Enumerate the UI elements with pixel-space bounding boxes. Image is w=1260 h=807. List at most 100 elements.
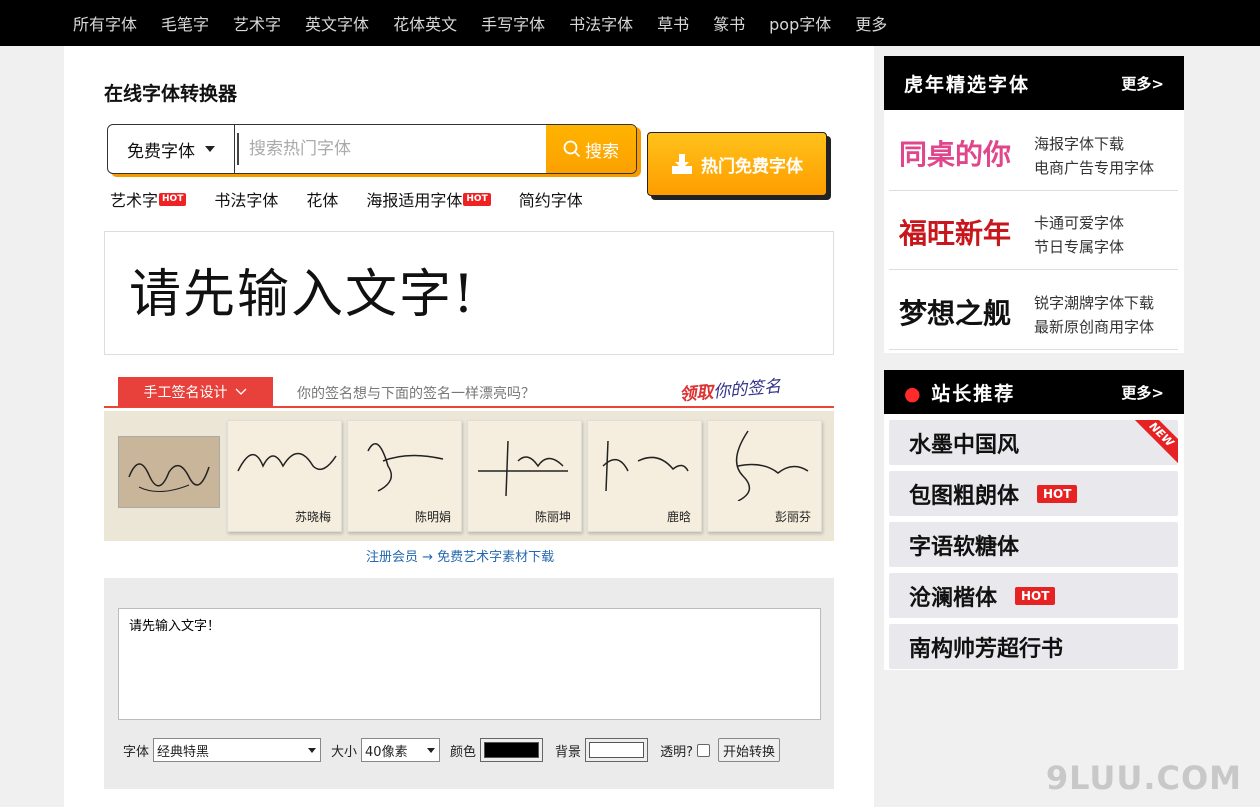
size-select[interactable]: 40像素 (361, 738, 441, 762)
top-nav: 所有字体 毛笔字 艺术字 英文字体 花体英文 手写字体 书法字体 草书 篆书 p… (0, 0, 1260, 46)
featured-font-item[interactable]: 梦想之舰 锐字潮牌字体下载 最新原创商用字体 (889, 274, 1178, 350)
watermark: 9LUU.COM (1045, 759, 1242, 797)
nav-handwriting[interactable]: 手写字体 (481, 11, 545, 35)
recommend-item[interactable]: 水墨中国风 NEW (889, 420, 1178, 465)
signature-name: 陈丽坤 (534, 510, 571, 524)
search-type-select[interactable]: 免费字体 (108, 125, 235, 173)
text-input[interactable]: 请先输入文字！ (118, 608, 821, 720)
sidebar-title-recommend: ● 站长推荐 (904, 379, 1015, 406)
font-thumbnail: 梦想之舰 (899, 297, 1012, 330)
nav-pop[interactable]: pop字体 (769, 11, 831, 35)
signature-scribble (367, 442, 444, 492)
signature-tab-label: 手工签名设计 (143, 385, 228, 401)
recommend-item[interactable]: 包图粗朗体 HOT (889, 471, 1178, 516)
caret-down-icon (308, 747, 317, 753)
search-icon (563, 140, 581, 158)
featured-font-item[interactable]: 福旺新年 卡通可爱字体 节日专属字体 (889, 194, 1178, 270)
transparent-label: 透明? (660, 744, 693, 760)
quick-link-simple[interactable]: 简约字体 (519, 187, 583, 211)
signature-tab[interactable]: 手工签名设计 (118, 377, 273, 407)
signature-claim[interactable]: 领取你的签名 (678, 372, 782, 406)
font-desc-line2: 电商广告专用字体 (1034, 159, 1155, 177)
claim-text-b: 你的签名 (712, 376, 782, 403)
background-color-picker[interactable] (585, 738, 649, 762)
signature-card[interactable]: 苏晓梅 (227, 420, 342, 532)
recommend-item[interactable]: 沧澜楷体 HOT (889, 573, 1178, 618)
quick-link-label: 花体 (306, 191, 339, 210)
nav-seal[interactable]: 篆书 (713, 11, 745, 35)
quick-link-art[interactable]: 艺术字 HOT (110, 187, 187, 211)
hot-free-fonts-button[interactable]: 热门免费字体 (647, 132, 827, 196)
recommend-label: 字语软糖体 (909, 533, 1020, 560)
nav-all-fonts[interactable]: 所有字体 (73, 11, 137, 35)
signature-gallery: 苏晓梅 陈明娟 陈丽坤 鹿晗 彭丽芬 (104, 411, 834, 541)
caret-down-icon (205, 146, 215, 152)
nav-more[interactable]: 更多 (855, 11, 887, 35)
background-label: 背景 (555, 744, 582, 760)
nav-art[interactable]: 艺术字 (233, 11, 281, 35)
font-select-value: 经典特黑 (157, 744, 210, 760)
signature-name: 苏晓梅 (294, 510, 331, 524)
recommend-item[interactable]: 南构帅芳超行书 (889, 624, 1178, 669)
recommend-label: 沧澜楷体 (909, 584, 998, 611)
hot-free-fonts-label: 热门免费字体 (701, 156, 803, 177)
search-button[interactable]: 搜索 (546, 125, 636, 173)
nav-brush[interactable]: 毛笔字 (161, 11, 209, 35)
register-link[interactable]: 注册会员 → 免费艺术字素材下载 (366, 546, 554, 565)
signature-scribble (735, 430, 809, 502)
signature-card[interactable]: 陈明娟 (347, 420, 462, 532)
font-thumbnail: 同桌的你 (899, 138, 1012, 171)
text-color-swatch (484, 742, 540, 758)
search-button-label: 搜索 (585, 141, 619, 162)
download-icon (672, 154, 692, 174)
convert-button[interactable]: 开始转换 (717, 738, 780, 762)
signature-question: 你的签名想与下面的签名一样漂亮吗？ (297, 386, 535, 402)
page-title: 在线字体转换器 (104, 83, 238, 105)
quick-link-calligraphy[interactable]: 书法字体 (214, 187, 278, 211)
featured-font-item[interactable]: 同桌的你 海报字体下载 电商广告专用字体 (889, 115, 1178, 191)
nav-fancy-english[interactable]: 花体英文 (393, 11, 457, 35)
search-input[interactable] (237, 133, 546, 165)
converter-controls: 字体 经典特黑 大小 40像素 颜色 背景 透明? 开始转换 (123, 738, 780, 762)
signature-name: 鹿晗 (666, 510, 691, 524)
font-label: 字体 (123, 744, 150, 760)
font-desc-line2: 节日专属字体 (1034, 238, 1125, 256)
quick-link-label: 艺术字 (110, 191, 159, 210)
signature-card[interactable]: 彭丽芬 (707, 420, 822, 532)
new-ribbon: NEW (1132, 420, 1178, 464)
quick-link-flower[interactable]: 花体 (306, 187, 338, 211)
nav-english[interactable]: 英文字体 (305, 11, 369, 35)
font-desc-line1: 锐字潮牌字体下载 (1034, 294, 1155, 312)
signature-scribble (602, 440, 689, 492)
sidebar-title-text: 站长推荐 (931, 382, 1016, 405)
hot-badge: HOT (1015, 586, 1056, 605)
chevron-down-icon (235, 388, 246, 395)
recommend-label: 南构帅芳超行书 (909, 635, 1064, 662)
main-panel: 在线字体转换器 免费字体 搜索 热门免费字体 艺术字HOT 书法字体 花体 海报… (64, 46, 874, 807)
font-select[interactable]: 经典特黑 (153, 738, 322, 762)
font-desc-line1: 卡通可爱字体 (1034, 214, 1125, 232)
sidebar-header-recommend: ● 站长推荐 更多> (884, 370, 1184, 414)
signature-card[interactable]: 陈丽坤 (467, 420, 582, 532)
nav-cursive[interactable]: 草书 (657, 11, 689, 35)
font-desc-line2: 最新原创商用字体 (1034, 318, 1155, 336)
sidebar-header-featured: 虎年精选字体 更多> (884, 56, 1184, 110)
text-color-picker[interactable] (480, 738, 544, 762)
color-label: 颜色 (450, 744, 477, 760)
featured-font-list: 同桌的你 海报字体下载 电商广告专用字体 福旺新年 卡通可爱字体 节日专属字体 … (884, 110, 1184, 353)
recommend-item[interactable]: 字语软糖体 (889, 522, 1178, 567)
signature-name: 彭丽芬 (774, 510, 811, 524)
font-preview: 请先输入文字! (104, 231, 834, 355)
quick-link-poster[interactable]: 海报适用字体 HOT (366, 187, 491, 211)
signature-card[interactable]: 鹿晗 (587, 420, 702, 532)
transparent-checkbox[interactable] (696, 743, 710, 757)
hot-badge: HOT (463, 192, 491, 206)
more-link-featured[interactable]: 更多> (1121, 73, 1164, 94)
recommend-label: 水墨中国风 (909, 431, 1020, 458)
signature-sample-image[interactable] (118, 436, 220, 508)
signature-scribble (478, 440, 568, 497)
flame-icon: ● (904, 382, 923, 405)
more-link-recommend[interactable]: 更多> (1121, 382, 1164, 403)
nav-calligraphy[interactable]: 书法字体 (569, 11, 633, 35)
recommend-list: 水墨中国风 NEW 包图粗朗体 HOT 字语软糖体 沧澜楷体 HOT 南构帅芳超… (884, 414, 1184, 670)
